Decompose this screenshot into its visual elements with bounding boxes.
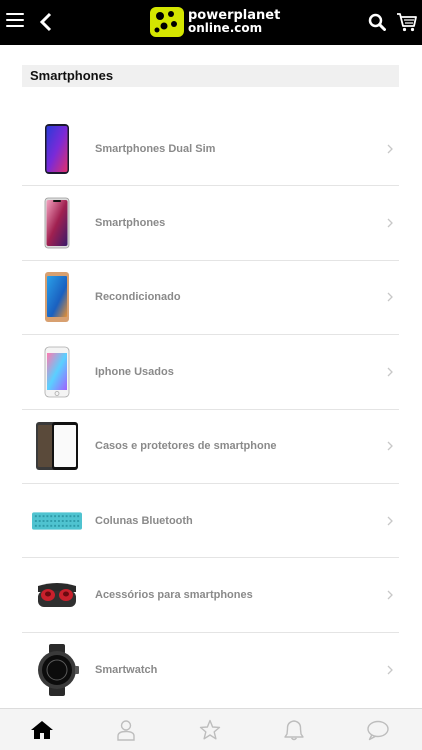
smartwatch-image [32, 643, 82, 696]
logo-text-line2: online.com [188, 21, 263, 35]
category-list: Smartphones Dual Sim Smartphones Recondi… [22, 112, 399, 707]
category-label: Smartwatch [95, 663, 158, 676]
screen-protector-image [32, 420, 82, 472]
category-item-acessorios[interactable]: Acessórios para smartphones [22, 558, 399, 633]
chevron-right-icon [387, 144, 393, 154]
section-title: Smartphones [22, 65, 399, 87]
chevron-right-icon [387, 293, 393, 302]
chat-icon[interactable] [366, 719, 390, 741]
phone-image [32, 271, 82, 323]
earbuds-image [32, 569, 82, 621]
category-label: Colunas Bluetooth [95, 514, 193, 527]
category-label: Smartphones [95, 217, 166, 230]
logo-mark-icon [150, 7, 184, 37]
category-item-recondicionado[interactable]: Recondicionado [22, 261, 399, 336]
category-item-colunas-bluetooth[interactable]: Colunas Bluetooth [22, 484, 399, 559]
category-label: Recondicionado [95, 291, 181, 304]
category-item-iphone-usados[interactable]: Iphone Usados [22, 335, 399, 410]
chevron-left-icon[interactable] [38, 11, 54, 33]
chevron-right-icon [387, 590, 393, 600]
top-bar: powerplanet online.com [0, 0, 422, 45]
category-label: Smartphones Dual Sim [95, 142, 216, 155]
chevron-right-icon [387, 218, 393, 228]
category-item-casos-protetores[interactable]: Casos e protetores de smartphone [22, 410, 399, 484]
star-icon[interactable] [198, 719, 222, 741]
chevron-right-icon [387, 441, 393, 451]
bottom-navigation [0, 708, 422, 750]
category-label: Acessórios para smartphones [95, 589, 253, 602]
phone-image [32, 123, 82, 175]
cart-icon[interactable] [396, 11, 418, 33]
chevron-right-icon [387, 367, 393, 377]
user-icon[interactable] [114, 719, 138, 741]
bell-icon[interactable] [282, 719, 306, 741]
category-label: Iphone Usados [95, 365, 174, 378]
brand-logo[interactable]: powerplanet online.com [150, 6, 280, 38]
chevron-right-icon [387, 665, 393, 675]
phone-image [32, 197, 82, 249]
search-icon[interactable] [368, 13, 386, 31]
home-icon[interactable] [30, 719, 54, 741]
chevron-right-icon [387, 516, 393, 526]
speaker-image [32, 495, 82, 547]
hamburger-icon[interactable] [6, 13, 24, 29]
category-label: Casos e protetores de smartphone [95, 440, 277, 453]
category-item-smartphones-dual-sim[interactable]: Smartphones Dual Sim [22, 112, 399, 187]
category-item-smartphones[interactable]: Smartphones [22, 186, 399, 261]
category-item-smartwatch[interactable]: Smartwatch [22, 633, 399, 707]
phone-image [32, 346, 82, 398]
